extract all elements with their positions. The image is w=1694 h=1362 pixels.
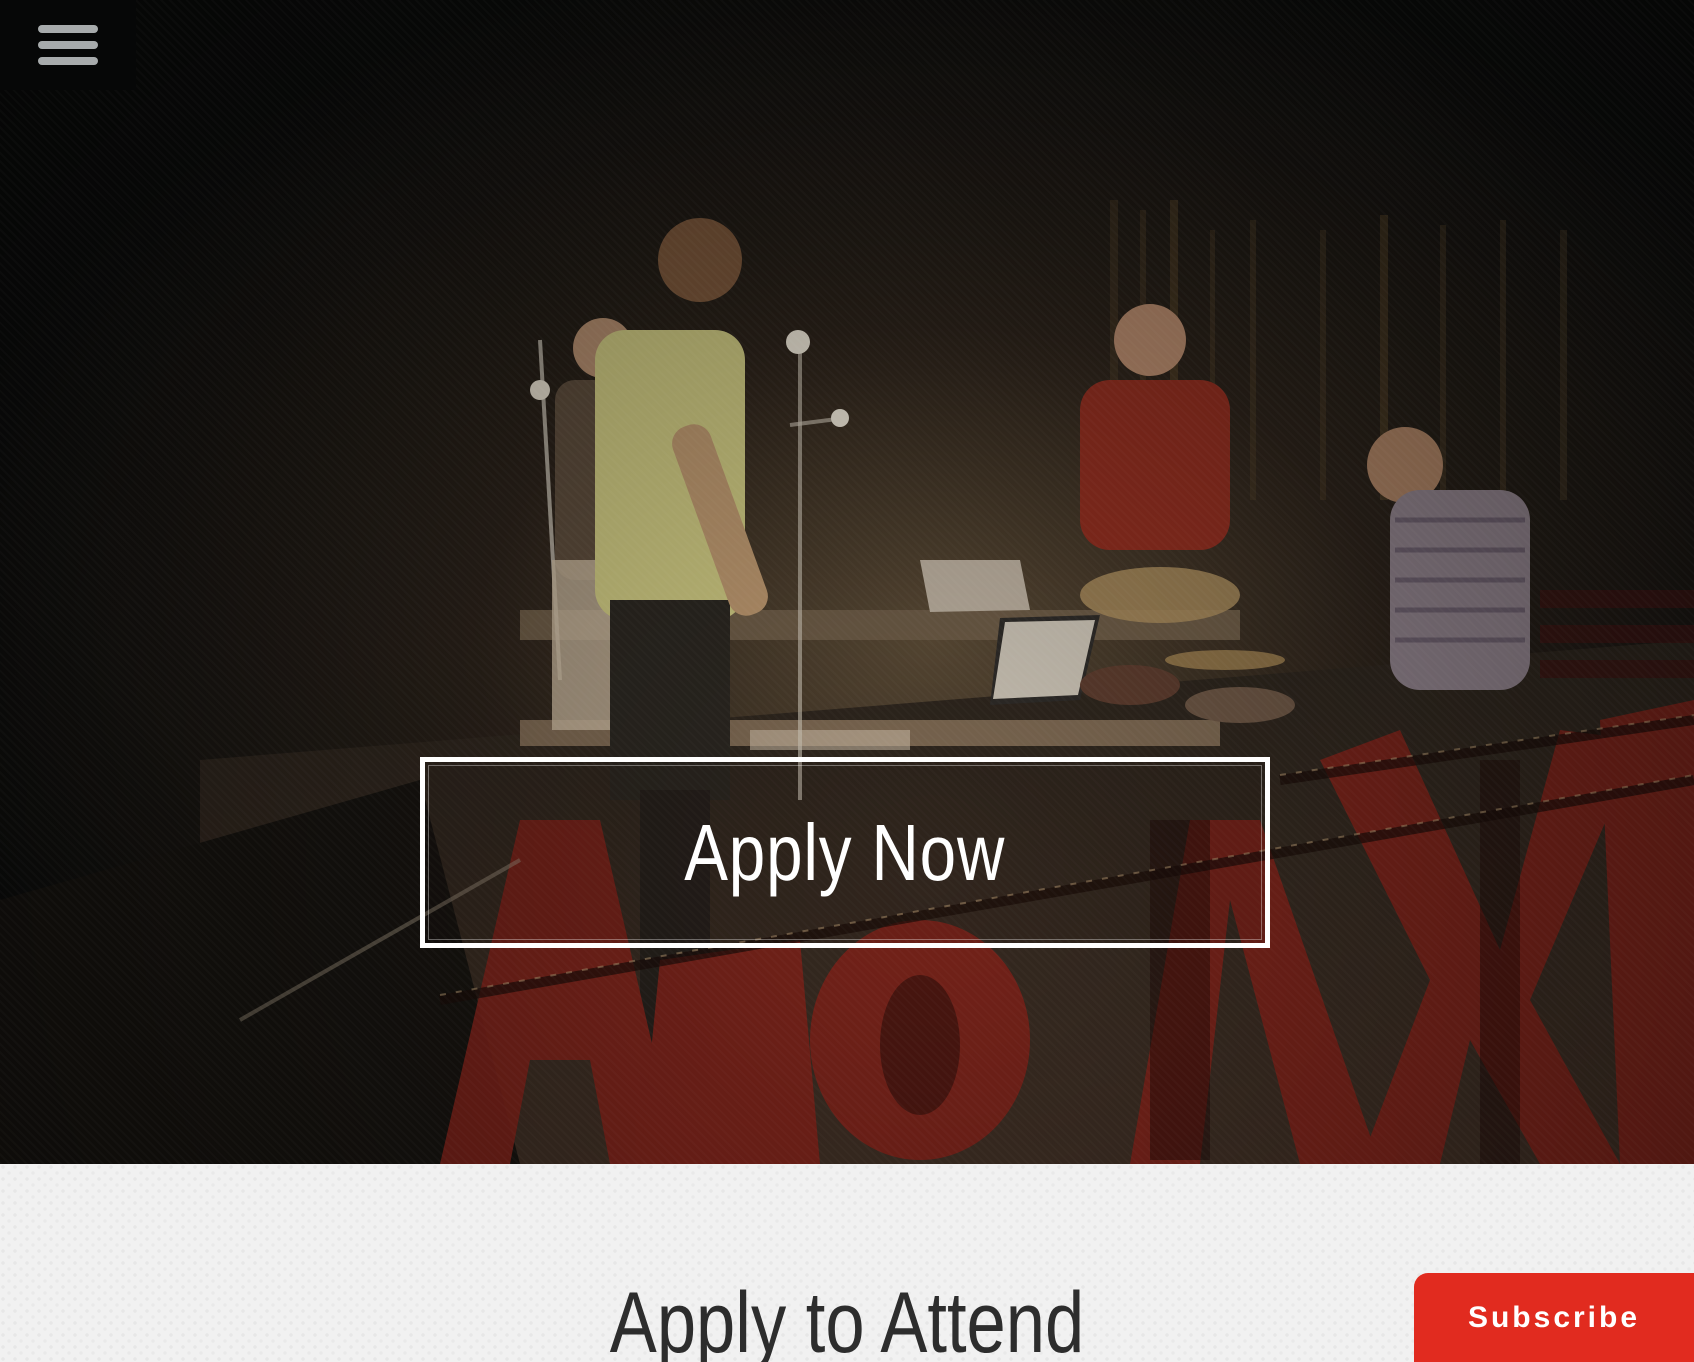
hero-photo [0,0,1694,1164]
hamburger-menu-icon [38,25,98,65]
menu-button[interactable] [0,0,136,90]
page: Apply Now Apply to Attend Subscribe [0,0,1694,1362]
apply-now-button[interactable]: Apply Now [420,757,1270,948]
section-title: Apply to Attend [609,1275,1085,1362]
subscribe-button[interactable]: Subscribe [1414,1273,1694,1362]
hero-section: Apply Now [0,0,1694,1164]
apply-now-label: Apply Now [684,807,1006,897]
